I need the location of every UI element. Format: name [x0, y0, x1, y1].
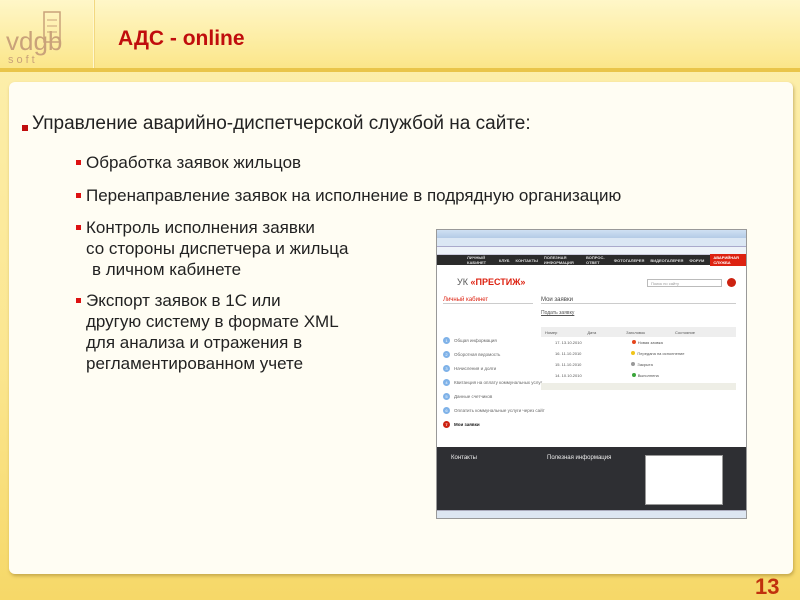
col-header[interactable]: Состояние — [675, 330, 695, 335]
menu-item[interactable]: 2 Оборотная ведомость — [443, 347, 545, 361]
menu-label: Оборотная ведомость — [454, 351, 501, 357]
table-row[interactable]: 14. 10.10.2010 Выполнена — [541, 370, 736, 381]
sub-bullet: Перенаправление заявок на исполнение в п… — [75, 186, 622, 205]
nav-item[interactable]: ПОЛЕЗНАЯ ИНФОРМАЦИЯ — [544, 255, 580, 265]
col-header[interactable]: Номер — [545, 330, 557, 335]
nav-item[interactable]: ФОТОГАЛЕРЕЯ — [614, 258, 645, 263]
site-nav: ЛИЧНЫЙ КАБИНЕТ КЛУБ КОНТАКТЫ ПОЛЕЗНАЯ ИН… — [437, 254, 746, 266]
row-date: 17. 13.10.2010 — [555, 340, 582, 345]
bullet-line: Контроль исполнения заявки — [86, 218, 315, 237]
table-total — [541, 383, 736, 390]
site-footer: Контакты Полезная информация — [437, 447, 746, 510]
browser-statusbar — [437, 510, 746, 518]
bullet-line: для анализа и отражения в — [86, 333, 303, 352]
submit-request-link[interactable]: Подать заявку — [541, 310, 574, 316]
website-screenshot: ЛИЧНЫЙ КАБИНЕТ КЛУБ КОНТАКТЫ ПОЛЕЗНАЯ ИН… — [436, 229, 747, 519]
bullet-line: со стороны диспетчера и жильца — [86, 239, 349, 258]
menu-item[interactable]: 6 Оплатить коммунальные услуги через сайт — [443, 403, 545, 417]
brand-name: «ПРЕСТИЖ» — [470, 277, 526, 287]
col-header[interactable]: Дата — [587, 330, 596, 335]
browser-favorites-bar — [437, 247, 746, 255]
site-search-input[interactable]: Поиск по сайту — [647, 279, 722, 287]
row-status: Закрыта — [637, 362, 653, 367]
menu-label: Квитанция на оплату коммунальных услуг — [454, 379, 543, 385]
cabinet-menu: 1 Общая информация 2 Оборотная ведомость 3… — [443, 333, 545, 431]
search-go-icon[interactable] — [727, 278, 736, 287]
sub-bullet: Экспорт заявок в 1С или другую систему в… — [76, 290, 339, 374]
row-status: Выполнена — [637, 373, 659, 378]
nav-item[interactable]: ЛИЧНЫЙ КАБИНЕТ — [467, 255, 493, 265]
row-date: 14. 10.10.2010 — [555, 373, 582, 378]
table-row[interactable]: 15. 11.10.2010 Закрыта — [541, 359, 736, 370]
vdgb-logo: vdgb soft — [6, 11, 62, 66]
col-header[interactable]: Заголовок — [626, 330, 645, 335]
step-number-icon: 6 — [443, 406, 450, 414]
row-status: Передана на исполнение — [637, 351, 685, 356]
menu-item[interactable]: 1 Общая информация — [443, 333, 545, 347]
browser-addressbar — [437, 238, 746, 247]
slide-title: АДС - online — [118, 27, 245, 50]
menu-item[interactable]: 4 Квитанция на оплату коммунальных услуг — [443, 375, 545, 389]
step-number-icon: 5 — [443, 392, 450, 400]
header-separator — [93, 0, 95, 68]
menu-item[interactable]: 5 Данные счетчиков — [443, 389, 545, 403]
status-dot-icon — [631, 351, 636, 355]
status-dot-icon — [631, 362, 636, 366]
footer-useful-title[interactable]: Полезная информация — [547, 455, 611, 461]
bullet-line: Экспорт заявок в 1С или — [86, 291, 281, 310]
main-bullet: Управление аварийно-диспетчерской службо… — [22, 113, 531, 134]
nav-item[interactable]: ФОРУМ — [689, 258, 704, 263]
table-row[interactable]: 17. 13.10.2010 Новая заявка — [541, 337, 736, 348]
menu-label: Общая информация — [454, 337, 497, 343]
step-number-icon: 7 — [443, 420, 450, 428]
row-status: Новая заявка — [637, 340, 663, 345]
table-row[interactable]: 16. 11.10.2010 Передана на исполнение — [541, 348, 736, 359]
step-number-icon: 4 — [443, 378, 450, 386]
menu-label: Оплатить коммунальные услуги через сайт — [454, 407, 545, 413]
sub-bullet: Контроль исполнения заявки со стороны ди… — [75, 217, 349, 280]
nav-item[interactable]: КОНТАКТЫ — [516, 258, 538, 263]
brand-prefix: УК — [457, 277, 471, 287]
status-dot-icon — [631, 373, 636, 377]
svg-text:vdgb: vdgb — [6, 26, 62, 56]
row-date: 15. 11.10.2010 — [555, 362, 582, 367]
menu-label: Данные счетчиков — [454, 393, 493, 399]
step-number-icon: 1 — [443, 336, 450, 344]
svg-text:soft: soft — [8, 54, 38, 66]
step-number-icon: 2 — [443, 350, 450, 358]
menu-item-active[interactable]: 7 Мои заявки — [443, 417, 545, 431]
nav-item-emergency[interactable]: АВАРИЙНАЯ СЛУЖБА — [710, 254, 746, 266]
bullet-line: другую систему в формате XML — [86, 312, 339, 331]
step-number-icon: 3 — [443, 364, 450, 372]
row-date: 16. 11.10.2010 — [555, 351, 582, 356]
footer-widget — [645, 455, 723, 505]
browser-titlebar — [437, 230, 746, 238]
page-number: 13 — [755, 574, 780, 599]
nav-item[interactable]: ВОПРОС-ОТВЕТ — [586, 255, 608, 265]
menu-label: Начисления и долги — [454, 365, 497, 371]
menu-item[interactable]: 3 Начисления и долги — [443, 361, 545, 375]
nav-item[interactable]: ВИДЕОГАЛЕРЕЯ — [650, 258, 683, 263]
slide-header: vdgb soft АДС - online — [0, 0, 800, 72]
table-header: Номер Дата Заголовок Состояние — [541, 327, 736, 337]
status-dot-icon — [631, 340, 636, 344]
nav-item[interactable]: КЛУБ — [499, 258, 510, 263]
requests-title: Мои заявки — [541, 297, 736, 304]
cabinet-title: Личный кабинет — [443, 297, 533, 304]
sub-bullet: Обработка заявок жильцов — [75, 153, 302, 172]
site-brand: УК «ПРЕСТИЖ» — [457, 277, 525, 287]
bullet-line: в личном кабинете — [92, 260, 242, 279]
bullet-line: регламентированном учете — [86, 354, 304, 373]
menu-label: Мои заявки — [454, 421, 480, 427]
footer-contacts-title[interactable]: Контакты — [451, 455, 477, 461]
requests-table: Номер Дата Заголовок Состояние 17. 13.10… — [541, 327, 736, 390]
